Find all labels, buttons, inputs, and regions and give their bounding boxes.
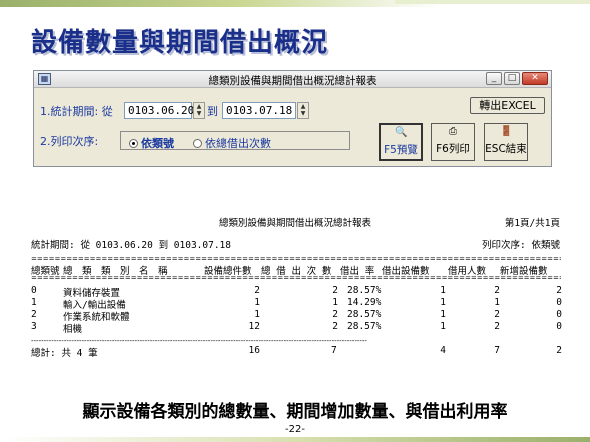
table-row: 3 相機 12 2 28.57% 1 2 0 bbox=[0, 321, 590, 335]
row-code: 0 bbox=[31, 285, 37, 296]
row-total: 1 bbox=[254, 309, 260, 320]
row-rate: 28.57% bbox=[347, 321, 382, 332]
date-to-input[interactable]: 0103.07.18 bbox=[222, 102, 296, 119]
header-rule-top: ========================================… bbox=[31, 256, 561, 262]
table-row: 0 資料儲存裝置 2 2 28.57% 1 2 2 bbox=[0, 285, 590, 299]
row-loaned: 1 bbox=[440, 297, 446, 308]
row-loaned: 1 bbox=[440, 309, 446, 320]
row-code: 2 bbox=[31, 309, 37, 320]
totals-label: 總計: 共 4 筆 bbox=[31, 348, 98, 359]
row-added: 0 bbox=[556, 309, 562, 320]
report-window: ▦ 總類別設備與期間借出概況總計報表 _ □ ✕ 1.統計期間: 從 0103.… bbox=[33, 70, 552, 167]
bottom-decor-bar bbox=[0, 437, 590, 442]
row-loans: 2 bbox=[332, 285, 338, 296]
row-added: 0 bbox=[556, 321, 562, 332]
row-rate: 28.57% bbox=[347, 285, 382, 296]
to-label: 到 bbox=[207, 105, 218, 118]
row-code: 3 bbox=[31, 321, 37, 332]
table-row: 2 作業系統和軟體 1 2 28.57% 1 2 0 bbox=[0, 309, 590, 323]
radio-by-loans[interactable]: 依總借出次數 bbox=[193, 135, 271, 151]
report-period: 統計期間: 從 0103.06.20 到 0103.07.18 bbox=[31, 240, 231, 251]
date-from-spinner[interactable]: ▲ ▼ bbox=[193, 102, 205, 119]
row-added: 2 bbox=[556, 285, 562, 296]
preview-button[interactable]: 🔍 F5預覽 bbox=[379, 123, 423, 161]
row-borrowers: 2 bbox=[494, 321, 500, 332]
date-from-input[interactable]: 0103.06.20 bbox=[124, 102, 194, 119]
export-excel-button[interactable]: 轉出EXCEL bbox=[470, 97, 545, 114]
order-radio-group: 依類號 依總借出次數 bbox=[120, 131, 350, 150]
minimize-button[interactable]: _ bbox=[486, 72, 502, 85]
radio-selected-icon bbox=[129, 138, 138, 148]
radio-unselected-icon bbox=[193, 138, 202, 148]
print-button[interactable]: ⎙ F6列印 bbox=[431, 123, 475, 161]
header-rule-bottom: ========================================… bbox=[31, 275, 561, 281]
row-rate: 14.29% bbox=[347, 297, 382, 308]
radio-by-loans-label: 依總借出次數 bbox=[205, 137, 271, 150]
slide-title: 設備數量與期間借出概況 bbox=[31, 28, 329, 58]
order-label: 2.列印次序: bbox=[40, 135, 99, 148]
row-loaned: 1 bbox=[440, 285, 446, 296]
period-label: 1.統計期間: 從 bbox=[40, 105, 113, 118]
row-total: 12 bbox=[248, 321, 260, 332]
date-to-spinner[interactable]: ▲ ▼ bbox=[297, 102, 309, 119]
printer-icon: ⎙ bbox=[449, 126, 457, 137]
window-title: 總類別設備與期間借出概況總計報表 bbox=[208, 75, 377, 87]
row-borrowers: 2 bbox=[494, 285, 500, 296]
row-loaned: 1 bbox=[440, 321, 446, 332]
report-page: 第1頁/共1頁 bbox=[504, 218, 560, 229]
row-total: 2 bbox=[254, 285, 260, 296]
row-borrowers: 1 bbox=[494, 297, 500, 308]
totals-added: 2 bbox=[556, 345, 562, 356]
row-name: 相機 bbox=[63, 324, 83, 335]
row-rate: 28.57% bbox=[347, 309, 382, 320]
row-code: 1 bbox=[31, 297, 37, 308]
report-title: 總類別設備與期間借出概況總計報表 bbox=[218, 218, 371, 229]
preview-icon: 🔍 bbox=[395, 127, 408, 138]
row-loans: 2 bbox=[332, 321, 338, 332]
totals-rule: ----------------------------------------… bbox=[31, 338, 367, 344]
window-titlebar[interactable]: ▦ 總類別設備與期間借出概況總計報表 _ □ ✕ bbox=[34, 71, 551, 88]
totals-loaned: 4 bbox=[440, 345, 446, 356]
radio-by-code-label: 依類號 bbox=[141, 137, 174, 150]
totals-loans: 7 bbox=[331, 345, 337, 356]
print-button-label: F6列印 bbox=[436, 143, 470, 155]
page-number: -22- bbox=[285, 424, 305, 435]
close-button[interactable]: ✕ bbox=[522, 72, 548, 85]
row-total: 1 bbox=[254, 297, 260, 308]
totals-row: 總計: 共 4 筆 16 7 4 7 2 bbox=[0, 345, 590, 359]
totals-total: 16 bbox=[248, 345, 260, 356]
preview-button-label: F5預覽 bbox=[384, 144, 418, 156]
exit-door-icon: 🚪 bbox=[500, 126, 513, 137]
row-added: 0 bbox=[556, 297, 562, 308]
slide-caption: 顯示設備各類別的總數量、期間增加數量、與借出利用率 bbox=[82, 402, 508, 422]
row-loans: 2 bbox=[332, 309, 338, 320]
exit-button-label: ESC結束 bbox=[485, 143, 527, 155]
maximize-button[interactable]: □ bbox=[504, 72, 520, 85]
report-order: 列印次序: 依類號 bbox=[482, 240, 560, 251]
row-borrowers: 2 bbox=[494, 309, 500, 320]
radio-by-code[interactable]: 依類號 bbox=[129, 135, 174, 151]
table-row: 1 輸入/輸出設備 1 1 14.29% 1 1 0 bbox=[0, 297, 590, 311]
exit-button[interactable]: 🚪 ESC結束 bbox=[484, 123, 528, 161]
top-decor-bar-light bbox=[395, 0, 590, 4]
totals-borrowers: 7 bbox=[494, 345, 500, 356]
row-loans: 1 bbox=[332, 297, 338, 308]
window-controls: _ □ ✕ bbox=[486, 72, 548, 85]
